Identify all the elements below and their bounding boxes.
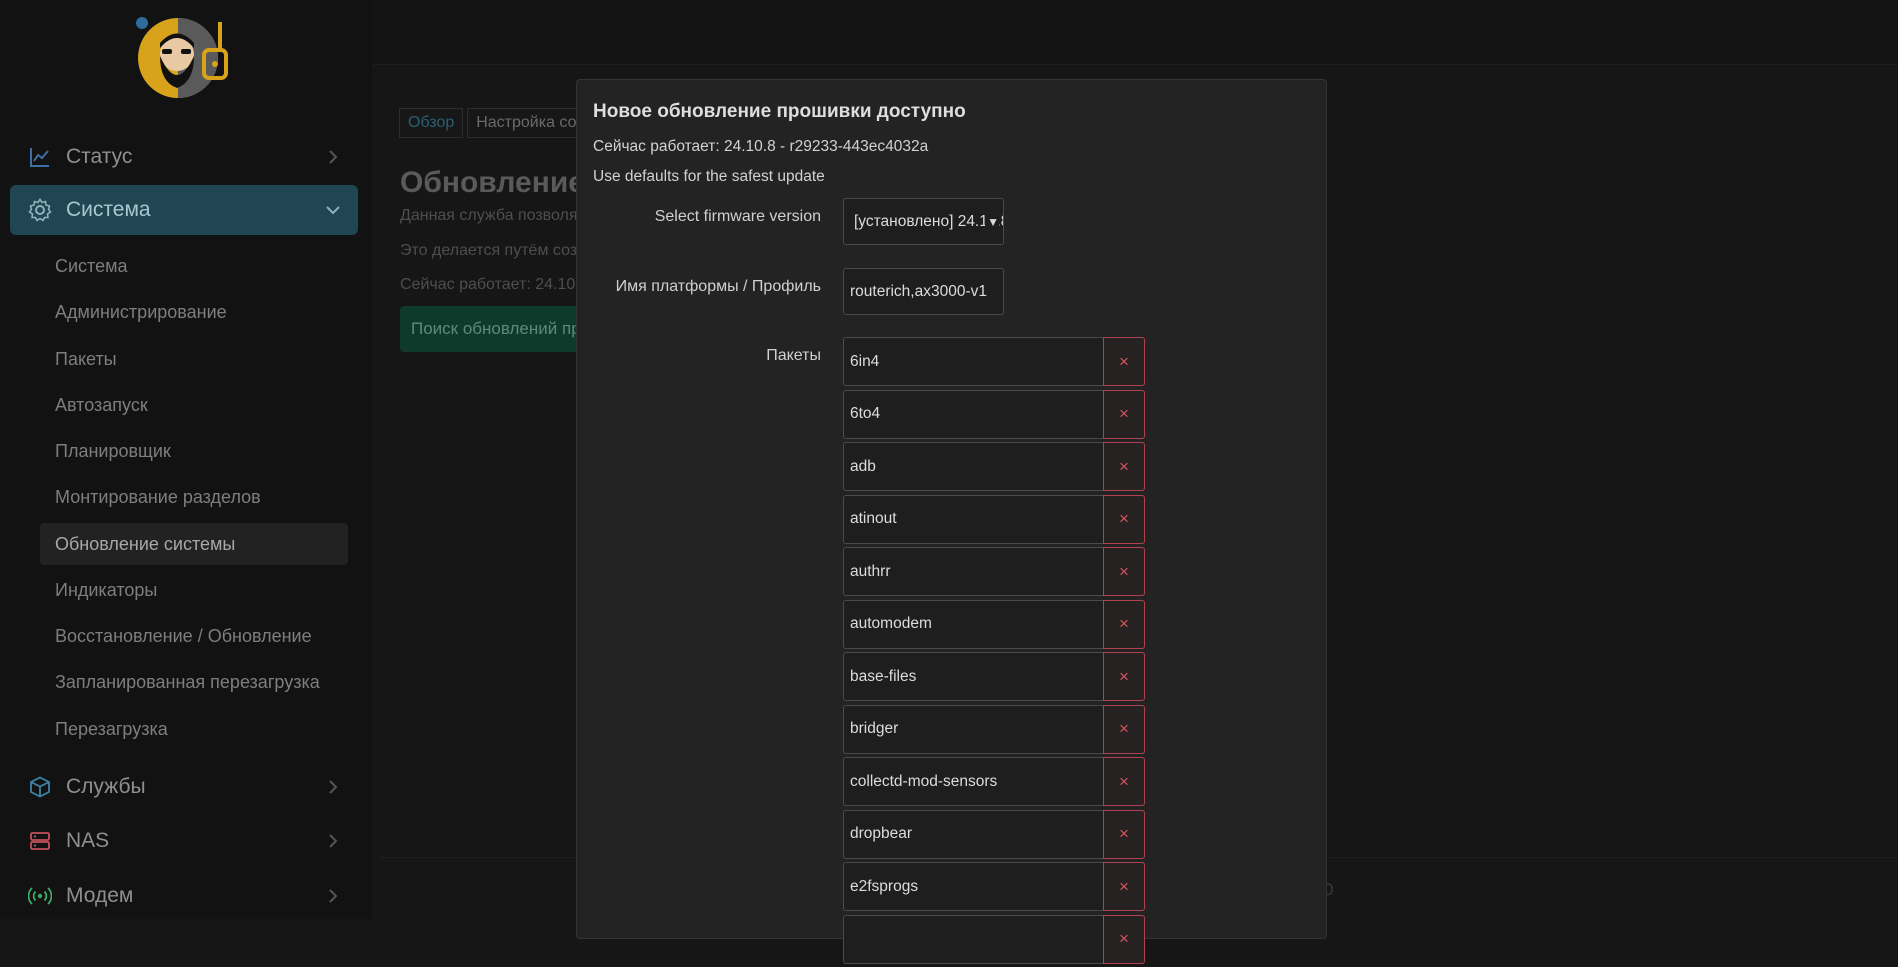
menu-item-label: Статус xyxy=(66,145,133,168)
chevron-right-icon xyxy=(322,830,344,852)
submenu-item-backup-flash[interactable]: Восстановление / Обновление xyxy=(40,615,348,657)
firmware-version-select[interactable]: [установлено] 24.10.8 - r29233-44 ▼ xyxy=(843,198,1004,245)
package-row: × xyxy=(843,547,1145,596)
package-input[interactable] xyxy=(843,914,1103,964)
chevron-right-icon xyxy=(322,146,344,168)
submenu-item-system-update[interactable]: Обновление системы xyxy=(40,523,348,565)
submenu-item-leds[interactable]: Индикаторы xyxy=(40,569,348,611)
submenu-item-administration[interactable]: Администрирование xyxy=(40,291,348,333)
packages-label: Пакеты xyxy=(766,347,821,364)
chevron-right-icon xyxy=(322,776,344,798)
menu-item-label: Модем xyxy=(66,884,134,907)
package-input[interactable] xyxy=(843,547,1103,596)
platform-profile-input[interactable] xyxy=(843,268,1004,315)
package-input[interactable] xyxy=(843,337,1103,386)
search-updates-button[interactable]: Поиск обновлений пр xyxy=(400,306,590,352)
package-input[interactable] xyxy=(843,704,1103,754)
platform-profile-label: Имя платформы / Профиль xyxy=(615,278,821,295)
package-input[interactable] xyxy=(843,389,1103,439)
remove-package-button[interactable]: × xyxy=(1103,442,1145,491)
app-logo[interactable] xyxy=(132,16,238,100)
remove-package-button[interactable]: × xyxy=(1103,337,1145,386)
page-description-2: Это делается путём созд xyxy=(400,242,587,259)
chevron-down-icon xyxy=(322,199,344,221)
chevron-down-icon: ▼ xyxy=(985,215,999,229)
submenu-item-packages[interactable]: Пакеты xyxy=(40,338,348,380)
menu-item-modem[interactable]: Модем xyxy=(10,871,358,921)
menu-item-nas[interactable]: NAS xyxy=(10,816,358,866)
modal-title: Новое обновление прошивки доступно xyxy=(593,101,966,122)
remove-package-button[interactable]: × xyxy=(1103,652,1145,701)
submenu-item-scheduled-reboot[interactable]: Запланированная перезагрузка xyxy=(40,661,348,703)
menu-item-label: NAS xyxy=(66,829,110,852)
remove-package-button[interactable]: × xyxy=(1103,547,1145,596)
tab-settings[interactable]: Настройка со xyxy=(467,108,586,138)
running-version-text: Сейчас работает: 24.10.8 - r29233-443ec4… xyxy=(593,138,929,155)
tab-overview[interactable]: Обзор xyxy=(399,108,464,138)
package-row: × xyxy=(843,337,1145,386)
submenu-item-scheduler[interactable]: Планировщик xyxy=(40,430,348,472)
package-input[interactable] xyxy=(843,862,1103,911)
menu-item-services[interactable]: Службы xyxy=(10,762,358,812)
package-input[interactable] xyxy=(843,652,1103,701)
page-title: Обновление xyxy=(400,166,585,199)
menu-item-label: Система xyxy=(66,198,151,221)
submenu-item-mount-points[interactable]: Монтирование разделов xyxy=(40,476,348,518)
safe-update-hint: Use defaults for the safest update xyxy=(593,168,825,185)
cube-icon xyxy=(26,773,54,801)
page-running-version: Сейчас работает: 24.10. xyxy=(400,276,580,293)
remove-package-button[interactable]: × xyxy=(1103,862,1145,911)
package-input[interactable] xyxy=(843,442,1103,491)
package-row: × xyxy=(843,652,1145,701)
submenu-item-system[interactable]: Система xyxy=(40,245,348,287)
package-input[interactable] xyxy=(843,494,1103,544)
sidebar: Статус Система Система Администрирование… xyxy=(0,0,372,919)
gear-icon xyxy=(26,196,54,224)
package-input[interactable] xyxy=(843,599,1103,649)
package-row: × xyxy=(843,914,1145,964)
package-row: × xyxy=(843,704,1145,754)
page-tabs: Обзор Настройка со xyxy=(399,108,586,138)
package-row: × xyxy=(843,809,1145,859)
broadcast-icon xyxy=(26,882,54,910)
package-row: × xyxy=(843,757,1145,806)
menu-item-status[interactable]: Статус xyxy=(10,132,358,182)
remove-package-button[interactable]: × xyxy=(1103,389,1145,439)
remove-package-button[interactable]: × xyxy=(1103,757,1145,806)
package-row: × xyxy=(843,599,1145,649)
remove-package-button[interactable]: × xyxy=(1103,494,1145,544)
package-input[interactable] xyxy=(843,757,1103,806)
remove-package-button[interactable]: × xyxy=(1103,914,1145,964)
server-icon xyxy=(26,827,54,855)
package-row: × xyxy=(843,862,1145,911)
menu-item-label: Службы xyxy=(66,775,146,798)
package-row: × xyxy=(843,494,1145,544)
package-row: × xyxy=(843,442,1145,491)
package-row: × xyxy=(843,389,1145,439)
packages-list: × × × × × × × × xyxy=(843,337,1145,967)
chevron-right-icon xyxy=(322,885,344,907)
chart-line-icon xyxy=(26,143,54,171)
firmware-update-modal: Новое обновление прошивки доступно Сейча… xyxy=(576,79,1327,964)
submenu-item-startup[interactable]: Автозапуск xyxy=(40,384,348,426)
menu-item-system[interactable]: Система xyxy=(10,185,358,235)
top-bar xyxy=(372,0,1898,65)
remove-package-button[interactable]: × xyxy=(1103,809,1145,859)
package-input[interactable] xyxy=(843,809,1103,859)
page-description: Данная служба позволя xyxy=(400,207,578,224)
remove-package-button[interactable]: × xyxy=(1103,704,1145,754)
firmware-version-value: [установлено] 24.10.8 - r29233-44 xyxy=(854,212,1003,230)
submenu-item-reboot[interactable]: Перезагрузка xyxy=(40,708,348,750)
firmware-version-label: Select firmware version xyxy=(654,208,821,225)
remove-package-button[interactable]: × xyxy=(1103,599,1145,649)
